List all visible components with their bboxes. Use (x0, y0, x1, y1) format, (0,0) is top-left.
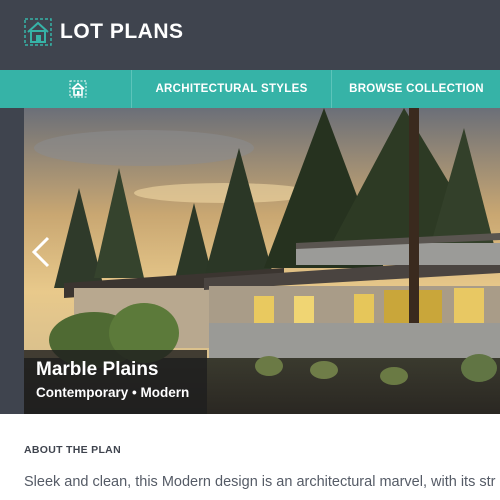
nav-architectural-styles[interactable]: ARCHITECTURAL STYLES (132, 70, 332, 108)
plan-title: Marble Plains (36, 359, 159, 380)
nav-home-button[interactable] (24, 70, 132, 108)
house-icon (69, 80, 86, 98)
left-rail (0, 108, 24, 414)
hero-caption[interactable]: Marble Plains Contemporary • Modern (24, 350, 207, 414)
nav-browse-collection[interactable]: BROWSE COLLECTION (333, 70, 500, 108)
about-heading: ABOUT THE PLAN (24, 444, 121, 456)
carousel-prev-button[interactable] (28, 234, 54, 270)
chevron-left-icon (31, 236, 50, 268)
site-header: LOT PLANS (0, 0, 500, 70)
site-logo[interactable]: LOT PLANS (24, 17, 184, 47)
main-nav: ARCHITECTURAL STYLES BROWSE COLLECTION (0, 70, 500, 108)
hero-carousel: Marble Plains Contemporary • Modern (24, 108, 500, 414)
plan-description: Sleek and clean, this Modern design is a… (24, 474, 496, 490)
logo-text: LOT PLANS (60, 20, 184, 43)
plan-styles: Contemporary • Modern (36, 385, 190, 400)
house-blueprint-icon (24, 18, 52, 46)
